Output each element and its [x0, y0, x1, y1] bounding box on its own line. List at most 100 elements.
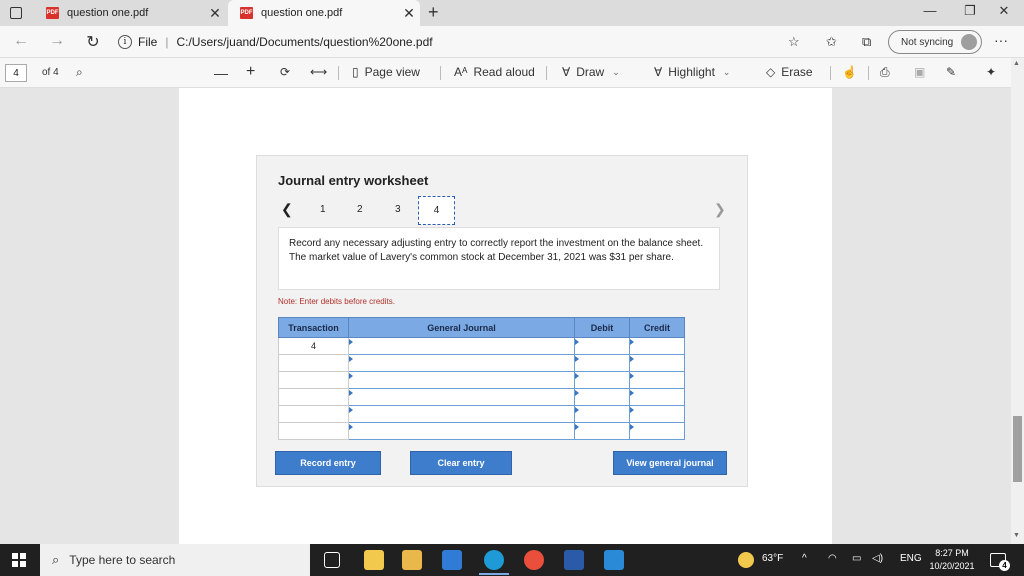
more-icon[interactable]: ··· [994, 32, 1008, 48]
page-number-input[interactable]: 4 [5, 64, 27, 82]
volume-icon[interactable]: ◁) [872, 553, 883, 564]
close-tab-icon[interactable]: ✕ [398, 5, 420, 22]
read-aloud-button[interactable]: Aᴬ Read aloud [454, 65, 535, 79]
taskbar: ⌕ Type here to search 63°F ^ ◠ ▭ ◁) ENG … [0, 544, 1024, 576]
dropdown-marker-icon [575, 424, 579, 430]
minimize-icon[interactable]: — [916, 3, 944, 18]
pdf-toolbar: 4 of 4 ⌕ — + ⟳ ⟷ ▯ Page view Aᴬ Read alo… [0, 58, 1024, 88]
credit-input[interactable] [629, 337, 685, 355]
save-as-icon[interactable]: ✎ [946, 65, 956, 79]
back-icon[interactable]: ← [10, 32, 32, 50]
collections-icon[interactable]: ⧉ [862, 34, 871, 50]
print-icon[interactable]: ⎙ [880, 65, 890, 80]
highlight-button[interactable]: ∀ Highlight ⌄ [654, 65, 730, 79]
credit-input[interactable] [629, 405, 685, 423]
step-1[interactable]: 1 [320, 204, 326, 215]
draw-label: Draw [576, 65, 605, 79]
dropdown-marker-icon [630, 407, 634, 413]
fit-page-icon[interactable]: ⟷ [310, 65, 327, 79]
vertical-scrollbar[interactable]: ▲ ▼ [1011, 58, 1024, 544]
clock[interactable]: 8:27 PM 10/20/2021 [922, 547, 982, 573]
refresh-icon[interactable]: ↻ [82, 32, 104, 52]
table-row [278, 422, 685, 440]
window-close-icon[interactable]: ✕ [990, 3, 1018, 19]
previous-step-icon[interactable]: ❮ [281, 201, 293, 218]
account-input[interactable] [348, 354, 575, 372]
record-entry-button[interactable]: Record entry [275, 451, 381, 475]
erase-button[interactable]: ◇ Erase [766, 65, 813, 79]
scroll-down-icon[interactable]: ▼ [1013, 532, 1020, 539]
clear-entry-button[interactable]: Clear entry [410, 451, 512, 475]
battery-icon[interactable]: ▭ [852, 553, 861, 564]
debit-input[interactable] [574, 405, 630, 423]
draw-button[interactable]: ∀ Draw ⌄ [562, 65, 620, 79]
step-3[interactable]: 3 [395, 204, 401, 215]
chevron-up-icon[interactable]: ^ [802, 553, 807, 564]
journal-worksheet: Journal entry worksheet ❮ 1 2 3 4 ❯ Reco… [256, 155, 748, 487]
find-icon[interactable]: ⌕ [76, 65, 83, 80]
debit-input[interactable] [574, 422, 630, 440]
task-view-icon[interactable] [324, 552, 340, 568]
step-4-current[interactable]: 4 [418, 196, 455, 225]
zoom-out-icon[interactable]: — [214, 65, 228, 81]
edge-icon[interactable] [484, 550, 504, 570]
account-input[interactable] [348, 337, 575, 355]
scroll-up-icon[interactable]: ▲ [1013, 60, 1020, 67]
debit-input[interactable] [574, 337, 630, 355]
photos-icon[interactable] [604, 550, 624, 570]
chrome-icon[interactable] [524, 550, 544, 570]
add-favorite-icon[interactable]: ☆ [788, 34, 800, 50]
tab-inactive[interactable]: PDF question one.pdf ✕ [34, 0, 226, 26]
restore-icon[interactable]: ❐ [956, 3, 984, 19]
toolbar-divider [440, 66, 441, 80]
chevron-down-icon[interactable]: ⌄ [612, 67, 620, 78]
account-input[interactable] [348, 405, 575, 423]
scrollbar-thumb[interactable] [1013, 416, 1022, 482]
credit-input[interactable] [629, 354, 685, 372]
tab-bar: PDF question one.pdf ✕ PDF question one.… [0, 0, 1024, 26]
store-icon[interactable] [402, 550, 422, 570]
tab-actions-icon[interactable] [10, 7, 22, 19]
new-tab-icon[interactable]: + [428, 2, 439, 23]
column-header: General Journal [348, 317, 575, 338]
zoom-in-icon[interactable]: + [246, 63, 255, 81]
chevron-down-icon[interactable]: ⌄ [723, 67, 731, 78]
file-explorer-icon[interactable] [364, 550, 384, 570]
debit-input[interactable] [574, 354, 630, 372]
rotate-icon[interactable]: ⟳ [280, 65, 290, 79]
mail-icon[interactable] [442, 550, 462, 570]
account-input[interactable] [348, 388, 575, 406]
forward-icon[interactable]: → [46, 32, 68, 50]
network-icon[interactable]: ◠ [828, 553, 837, 564]
account-input[interactable] [348, 422, 575, 440]
credit-input[interactable] [629, 422, 685, 440]
debit-input[interactable] [574, 371, 630, 389]
step-2[interactable]: 2 [357, 204, 363, 215]
credit-input[interactable] [629, 388, 685, 406]
word-icon[interactable] [564, 550, 584, 570]
view-general-journal-button[interactable]: View general journal [613, 451, 727, 475]
account-input[interactable] [348, 371, 575, 389]
windows-start-icon[interactable] [12, 553, 26, 567]
language-indicator[interactable]: ENG [900, 553, 922, 564]
taskbar-search[interactable]: ⌕ Type here to search [40, 544, 310, 576]
url-field[interactable]: i File | C:/Users/juand/Documents/questi… [118, 30, 778, 54]
credit-input[interactable] [629, 371, 685, 389]
draw-icon: ∀ [562, 65, 571, 79]
pin-icon[interactable]: ✦ [986, 65, 996, 79]
weather-icon[interactable] [738, 552, 754, 568]
page-view-label: Page view [364, 65, 420, 79]
touch-icon[interactable]: ☝ [842, 65, 857, 79]
next-step-icon[interactable]: ❯ [714, 201, 726, 218]
favorites-icon[interactable]: ✩ [826, 34, 837, 50]
dropdown-marker-icon [630, 424, 634, 430]
debit-input[interactable] [574, 388, 630, 406]
tab-active[interactable]: PDF question one.pdf ✕ [228, 0, 420, 26]
page-view-button[interactable]: ▯ Page view [352, 65, 420, 79]
close-tab-icon[interactable]: ✕ [204, 5, 226, 22]
info-icon[interactable]: i [118, 35, 132, 49]
sync-button[interactable]: Not syncing [888, 30, 982, 54]
save-icon[interactable]: ▣ [914, 65, 925, 79]
highlight-label: Highlight [668, 65, 715, 79]
weather-temp[interactable]: 63°F [762, 553, 783, 564]
